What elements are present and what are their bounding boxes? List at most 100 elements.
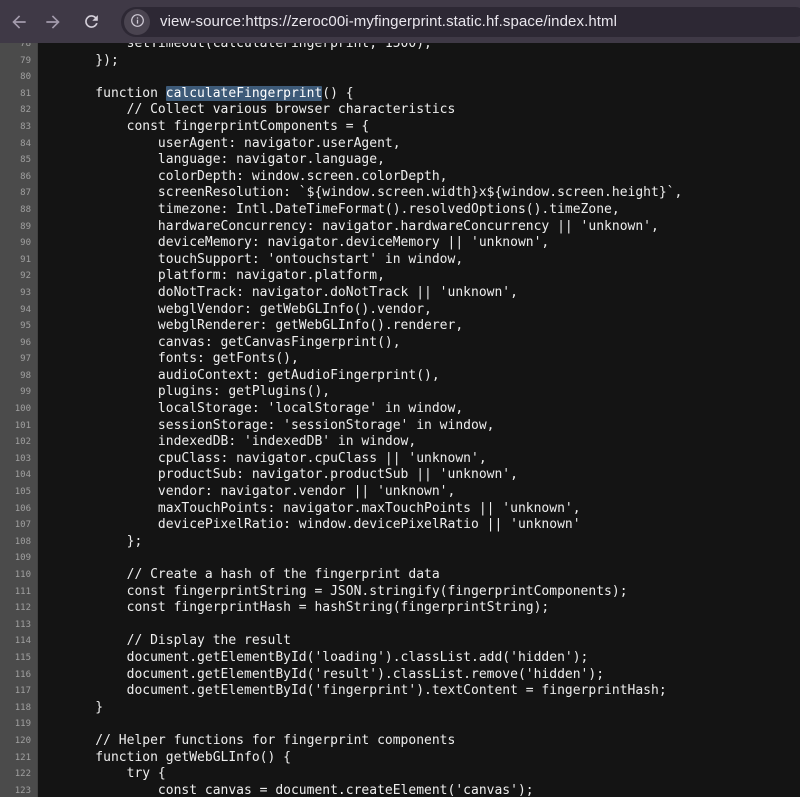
source-line: 87 screenResolution: `${window.screen.wi… (0, 185, 800, 202)
line-content: document.getElementById('fingerprint').t… (38, 683, 667, 700)
back-button[interactable] (2, 5, 36, 39)
forward-button[interactable] (36, 5, 70, 39)
line-content: } (38, 700, 103, 717)
source-line: 118 } (0, 700, 800, 717)
line-content: platform: navigator.platform, (38, 268, 385, 285)
source-view[interactable]: 78 setTimeout(calculateFingerprint, 1500… (0, 43, 800, 797)
line-number: 78 (0, 43, 38, 53)
source-line: 97 fonts: getFonts(), (0, 351, 800, 368)
line-content: devicePixelRatio: window.devicePixelRati… (38, 517, 581, 534)
line-number: 96 (0, 335, 38, 352)
line-number: 89 (0, 219, 38, 236)
source-line: 105 vendor: navigator.vendor || 'unknown… (0, 484, 800, 501)
line-number: 91 (0, 252, 38, 269)
line-content: webglRenderer: getWebGLInfo().renderer, (38, 318, 463, 335)
line-content: webglVendor: getWebGLInfo().vendor, (38, 302, 432, 319)
source-line: 117 document.getElementById('fingerprint… (0, 683, 800, 700)
line-number: 111 (0, 584, 38, 601)
line-number: 101 (0, 418, 38, 435)
line-number: 97 (0, 351, 38, 368)
info-circle-icon (129, 12, 146, 32)
line-content: sessionStorage: 'sessionStorage' in wind… (38, 418, 494, 435)
line-content: timezone: Intl.DateTimeFormat().resolved… (38, 202, 620, 219)
line-content: setTimeout(calculateFingerprint, 1500); (38, 43, 432, 53)
line-number: 88 (0, 202, 38, 219)
reload-button[interactable] (74, 5, 108, 39)
source-line: 121 function getWebGLInfo() { (0, 750, 800, 767)
line-content: colorDepth: window.screen.colorDepth, (38, 169, 448, 186)
source-line: 79 }); (0, 53, 800, 70)
line-number: 103 (0, 451, 38, 468)
source-line: 113 (0, 617, 800, 634)
line-content: const fingerprintComponents = { (38, 119, 369, 136)
line-number: 93 (0, 285, 38, 302)
source-line: 95 webglRenderer: getWebGLInfo().rendere… (0, 318, 800, 335)
line-number: 119 (0, 716, 38, 733)
source-line: 91 touchSupport: 'ontouchstart' in windo… (0, 252, 800, 269)
line-content: // Helper functions for fingerprint comp… (38, 733, 455, 750)
source-line: 94 webglVendor: getWebGLInfo().vendor, (0, 302, 800, 319)
source-line: 89 hardwareConcurrency: navigator.hardwa… (0, 219, 800, 236)
line-number: 108 (0, 534, 38, 551)
line-number: 99 (0, 384, 38, 401)
line-content: cpuClass: navigator.cpuClass || 'unknown… (38, 451, 487, 468)
source-line: 106 maxTouchPoints: navigator.maxTouchPo… (0, 501, 800, 518)
source-rows: 78 setTimeout(calculateFingerprint, 1500… (0, 43, 800, 797)
line-content: vendor: navigator.vendor || 'unknown', (38, 484, 455, 501)
line-content: indexedDB: 'indexedDB' in window, (38, 434, 416, 451)
source-line: 82 // Collect various browser characteri… (0, 102, 800, 119)
line-content: document.getElementById('result').classL… (38, 667, 604, 684)
source-line: 104 productSub: navigator.productSub || … (0, 467, 800, 484)
line-content: const fingerprintHash = hashString(finge… (38, 600, 549, 617)
source-line: 111 const fingerprintString = JSON.strin… (0, 584, 800, 601)
url-text: view-source:https://zeroc00i-myfingerpri… (160, 13, 617, 30)
line-number: 118 (0, 700, 38, 717)
line-content: deviceMemory: navigator.deviceMemory || … (38, 235, 549, 252)
source-line: 108 }; (0, 534, 800, 551)
line-content (38, 69, 64, 86)
line-number: 110 (0, 567, 38, 584)
site-info-button[interactable] (124, 9, 150, 35)
source-line: 120 // Helper functions for fingerprint … (0, 733, 800, 750)
line-number: 109 (0, 550, 38, 567)
source-line: 107 devicePixelRatio: window.devicePixel… (0, 517, 800, 534)
line-number: 98 (0, 368, 38, 385)
line-number: 114 (0, 633, 38, 650)
source-line: 93 doNotTrack: navigator.doNotTrack || '… (0, 285, 800, 302)
source-line: 99 plugins: getPlugins(), (0, 384, 800, 401)
line-number: 123 (0, 783, 38, 797)
line-number: 80 (0, 69, 38, 86)
url-bar[interactable]: view-source:https://zeroc00i-myfingerpri… (121, 7, 800, 37)
source-line: 119 (0, 716, 800, 733)
source-line: 84 userAgent: navigator.userAgent, (0, 136, 800, 153)
line-content: }); (38, 53, 119, 70)
source-line: 102 indexedDB: 'indexedDB' in window, (0, 434, 800, 451)
line-number: 83 (0, 119, 38, 136)
source-line: 98 audioContext: getAudioFingerprint(), (0, 368, 800, 385)
source-line: 90 deviceMemory: navigator.deviceMemory … (0, 235, 800, 252)
source-line: 80 (0, 69, 800, 86)
line-content: const fingerprintString = JSON.stringify… (38, 584, 628, 601)
line-number: 85 (0, 152, 38, 169)
source-line: 86 colorDepth: window.screen.colorDepth, (0, 169, 800, 186)
line-number: 100 (0, 401, 38, 418)
line-number: 104 (0, 467, 38, 484)
line-content: function getWebGLInfo() { (38, 750, 291, 767)
browser-toolbar: view-source:https://zeroc00i-myfingerpri… (0, 0, 800, 43)
line-number: 94 (0, 302, 38, 319)
line-content: doNotTrack: navigator.doNotTrack || 'unk… (38, 285, 518, 302)
line-number: 84 (0, 136, 38, 153)
line-content: userAgent: navigator.userAgent, (38, 136, 401, 153)
source-line: 114 // Display the result (0, 633, 800, 650)
source-line: 112 const fingerprintHash = hashString(f… (0, 600, 800, 617)
line-content: hardwareConcurrency: navigator.hardwareC… (38, 219, 659, 236)
source-line: 101 sessionStorage: 'sessionStorage' in … (0, 418, 800, 435)
line-number: 79 (0, 53, 38, 70)
source-line: 122 try { (0, 766, 800, 783)
line-content: try { (38, 766, 166, 783)
line-content: canvas: getCanvasFingerprint(), (38, 335, 401, 352)
line-number: 102 (0, 434, 38, 451)
source-line: 115 document.getElementById('loading').c… (0, 650, 800, 667)
line-number: 116 (0, 667, 38, 684)
line-content: document.getElementById('loading').class… (38, 650, 588, 667)
